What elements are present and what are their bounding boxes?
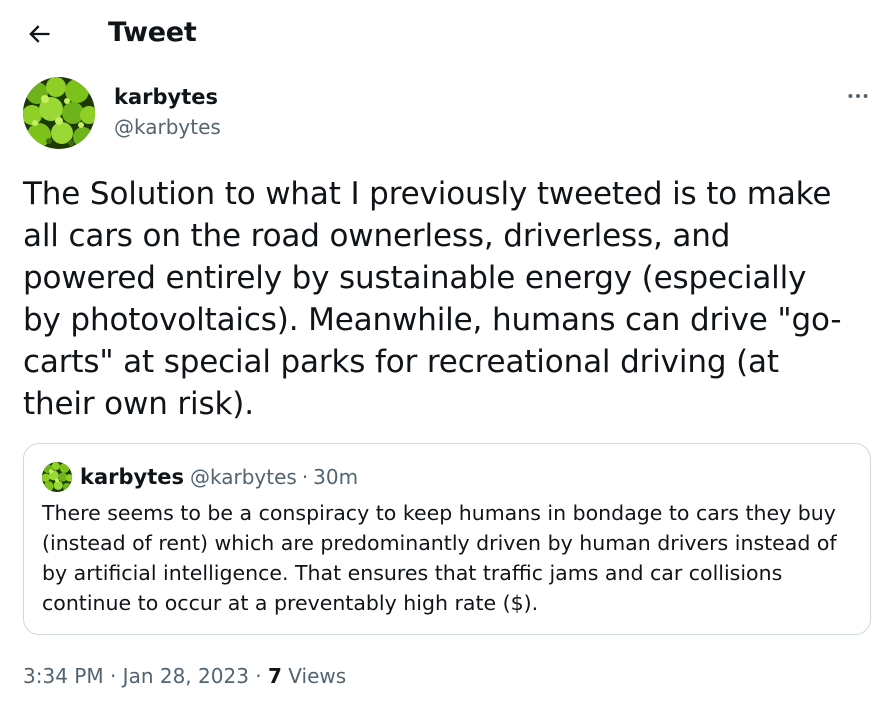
more-horizontal-icon: [848, 94, 868, 98]
separator-dot: ·: [255, 664, 262, 688]
arrow-left-icon: [29, 25, 50, 43]
views-count[interactable]: 7: [268, 664, 282, 688]
quoted-tweet-text: There seems to be a conspiracy to keep h…: [42, 501, 837, 615]
separator-dot: ·: [109, 664, 117, 688]
tweet-date[interactable]: Jan 28, 2023: [123, 664, 249, 688]
quoted-tweet-header: karbytes @karbytes · 30m: [42, 462, 359, 492]
tweet-text: The Solution to what I previously tweete…: [23, 176, 842, 422]
separator-dot: ·: [301, 465, 309, 489]
broccoli-avatar-image: [23, 77, 95, 149]
back-button[interactable]: [19, 14, 59, 54]
quoted-author-name: karbytes: [80, 465, 184, 489]
quoted-avatar: [42, 462, 72, 492]
top-bar: Tweet: [0, 0, 883, 68]
avatar[interactable]: [23, 77, 95, 149]
page-title: Tweet: [108, 17, 197, 48]
quoted-tweet-time: 30m: [313, 465, 359, 489]
more-options-button[interactable]: [838, 82, 878, 110]
broccoli-avatar-image: [42, 462, 72, 492]
quoted-author-handle: @karbytes: [190, 465, 297, 489]
author-handle[interactable]: @karbytes: [114, 114, 221, 140]
tweet-metadata: 3:34 PM · Jan 28, 2023 · 7 Views: [23, 662, 346, 690]
author-name[interactable]: karbytes: [114, 84, 218, 110]
tweet-time[interactable]: 3:34 PM: [23, 664, 104, 688]
quoted-tweet-card[interactable]: karbytes @karbytes · 30m There seems to …: [23, 443, 871, 635]
views-label: Views: [288, 664, 347, 688]
